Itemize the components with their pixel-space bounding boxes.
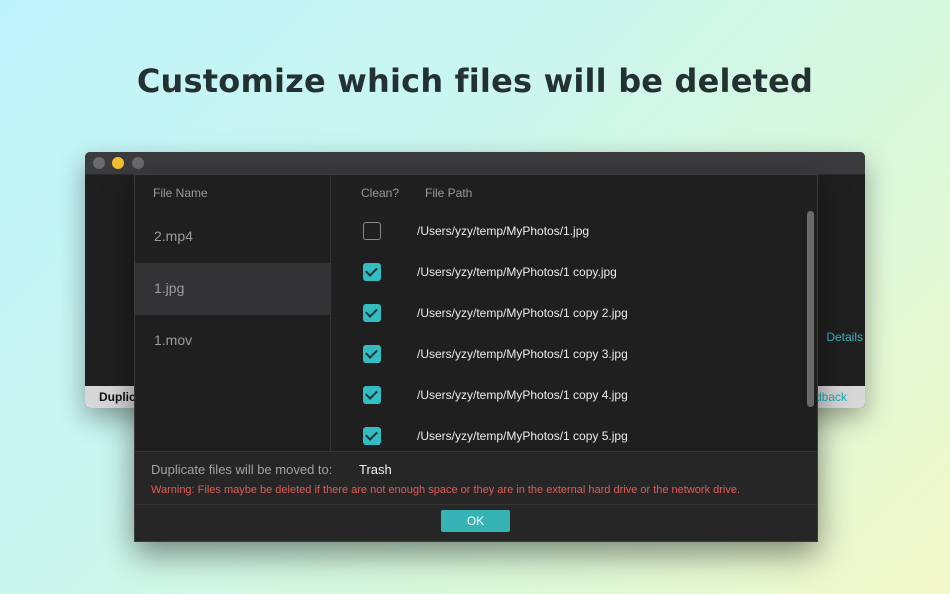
file-path-column-header: File Path [425,186,473,200]
file-path-table: Clean? File Path /Users/yzy/temp/MyPhoto… [331,175,817,451]
file-list-item-label: 1.mov [154,332,193,348]
destination-value: Trash [359,462,392,477]
clean-checkbox[interactable] [363,263,381,281]
file-list-item[interactable]: 2.mp4 [135,211,330,263]
zoom-window-button[interactable] [132,157,144,169]
ok-button[interactable]: OK [441,510,510,532]
file-name-list: File Name 2.mp4 1.jpg 1.mov [135,175,331,451]
file-path-text: /Users/yzy/temp/MyPhotos/1.jpg [417,224,590,238]
file-list-item-label: 2.mp4 [154,228,193,244]
background-status-text: Duplic [99,390,136,404]
minimize-window-button[interactable] [112,157,124,169]
feedback-link[interactable]: dback [815,390,847,404]
table-row: /Users/yzy/temp/MyPhotos/1 copy 3.jpg [331,345,801,387]
file-list-item[interactable]: 1.mov [135,315,330,367]
file-path-text: /Users/yzy/temp/MyPhotos/1 copy 3.jpg [417,347,628,361]
table-row: /Users/yzy/temp/MyPhotos/1 copy 2.jpg [331,304,801,346]
file-path-text: /Users/yzy/temp/MyPhotos/1 copy 5.jpg [417,429,628,443]
window-titlebar [85,152,865,175]
file-path-text: /Users/yzy/temp/MyPhotos/1 copy 4.jpg [417,388,628,402]
file-list-item-selected[interactable]: 1.jpg [135,263,330,315]
clean-column-header: Clean? [361,186,400,200]
details-link[interactable]: Details [826,330,863,344]
table-row: /Users/yzy/temp/MyPhotos/1 copy.jpg [331,263,801,305]
destination-info-panel: Duplicate files will be moved to: Trash … [135,451,817,505]
delete-options-dialog: File Name 2.mp4 1.jpg 1.mov Clean? File … [134,174,818,542]
file-name-header: File Name [153,186,208,200]
clean-checkbox[interactable] [363,304,381,322]
clean-checkbox[interactable] [363,345,381,363]
destination-label: Duplicate files will be moved to: [151,462,333,477]
page-headline: Customize which files will be deleted [136,62,814,100]
close-window-button[interactable] [93,157,105,169]
clean-checkbox[interactable] [363,427,381,445]
table-row: /Users/yzy/temp/MyPhotos/1 copy 4.jpg [331,386,801,428]
file-path-text: /Users/yzy/temp/MyPhotos/1 copy.jpg [417,265,617,279]
file-path-text: /Users/yzy/temp/MyPhotos/1 copy 2.jpg [417,306,628,320]
clean-checkbox[interactable] [363,386,381,404]
table-row: /Users/yzy/temp/MyPhotos/1.jpg [331,222,801,264]
vertical-scrollbar[interactable] [807,211,814,407]
file-list-item-label: 1.jpg [154,280,185,296]
warning-message: Warning: Files maybe be deleted if there… [151,484,741,496]
clean-checkbox[interactable] [363,222,381,240]
